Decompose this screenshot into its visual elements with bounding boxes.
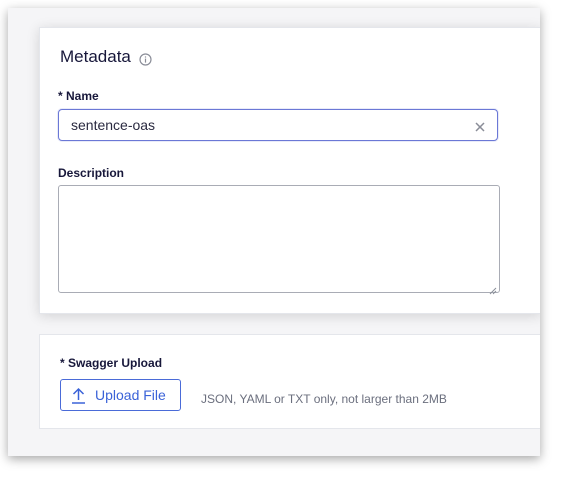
resize-handle-icon[interactable] <box>489 282 497 295</box>
upload-file-label: Upload File <box>95 387 166 403</box>
name-input[interactable]: sentence-oas <box>58 109 498 141</box>
name-label: * Name <box>58 89 99 103</box>
swagger-upload-label: * Swagger Upload <box>60 356 163 370</box>
upload-hint: JSON, YAML or TXT only, not larger than … <box>201 392 447 406</box>
upload-file-button[interactable]: Upload File <box>60 379 181 411</box>
metadata-card: Metadata * Name sentence-oas Description <box>39 27 540 314</box>
description-textarea[interactable] <box>58 185 500 295</box>
upload-icon <box>71 387 86 404</box>
clear-icon[interactable] <box>475 119 485 132</box>
info-icon[interactable] <box>139 51 152 66</box>
name-input-value: sentence-oas <box>71 117 156 133</box>
description-label: Description <box>58 166 125 180</box>
metadata-title-row: Metadata <box>60 47 152 67</box>
form-window: Metadata * Name sentence-oas Description <box>8 8 540 456</box>
upload-card: * Swagger Upload Upload File JSON, YAML … <box>39 334 540 429</box>
metadata-title: Metadata <box>60 47 131 66</box>
